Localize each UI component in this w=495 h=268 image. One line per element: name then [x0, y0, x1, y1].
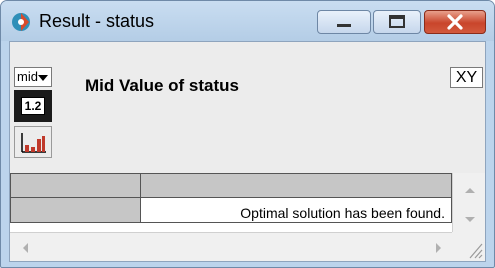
minimize-icon	[337, 24, 351, 27]
close-icon	[447, 14, 463, 30]
chart-icon	[21, 133, 46, 153]
table-view-button[interactable]: 1.2	[14, 90, 52, 122]
resize-grip-icon	[469, 243, 483, 259]
row-header-cell	[10, 197, 141, 223]
minimize-button[interactable]	[317, 10, 371, 34]
result-toolbar: mid 1.2 Mid Value of status XY	[10, 42, 485, 173]
scroll-right-icon[interactable]	[434, 241, 444, 255]
scroll-down-icon[interactable]	[463, 215, 477, 225]
table-view-icon: 1.2	[21, 97, 45, 115]
window-title: Result - status	[39, 11, 155, 31]
title-bar[interactable]: Result - status	[1, 1, 494, 41]
result-window: Result - status mid 1.2 Mid Value of sta…	[0, 0, 495, 268]
maximize-button[interactable]	[373, 10, 421, 34]
vertical-scrollbar[interactable]	[452, 173, 485, 232]
index-header-cell	[10, 173, 141, 198]
analytica-app-icon	[12, 13, 30, 31]
status-value-cell[interactable]: Optimal solution has been found.	[140, 197, 452, 223]
horizontal-scrollbar[interactable]	[10, 232, 452, 261]
chevron-down-icon	[38, 75, 48, 81]
result-heading: Mid Value of status	[85, 76, 239, 95]
uncertainty-view-value: mid	[17, 69, 38, 84]
result-table: Optimal solution has been found.	[10, 173, 452, 232]
uncertainty-view-dropdown[interactable]: mid	[14, 67, 52, 87]
scroll-left-icon[interactable]	[20, 241, 30, 255]
graph-view-button[interactable]	[14, 126, 52, 158]
maximize-icon	[389, 15, 405, 28]
result-panel: mid 1.2 Mid Value of status XY Optimal s…	[9, 41, 486, 262]
xy-button[interactable]: XY	[450, 67, 483, 88]
column-header-cell	[140, 173, 452, 198]
status-message: Optimal solution has been found.	[240, 205, 445, 221]
scroll-up-icon[interactable]	[463, 185, 477, 195]
resize-grip[interactable]	[452, 232, 485, 261]
close-button[interactable]	[424, 10, 486, 34]
